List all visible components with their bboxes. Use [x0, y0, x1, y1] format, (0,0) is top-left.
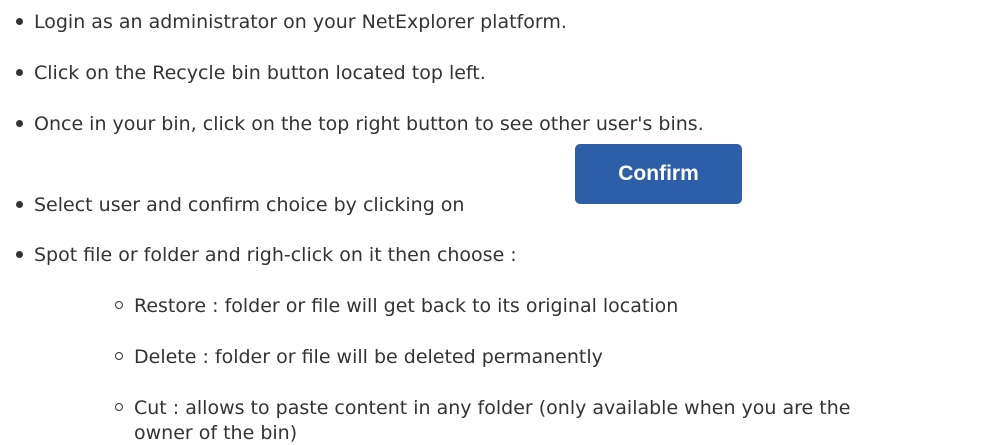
bullet-icon — [16, 69, 23, 76]
confirm-button[interactable]: Confirm — [575, 144, 742, 204]
bullet-icon — [16, 201, 23, 208]
bullet-icon — [16, 251, 23, 258]
list-item: Once in your bin, click on the top right… — [34, 113, 704, 135]
sub-list-item: Restore : folder or file will get back t… — [134, 295, 679, 317]
sub-bullet-icon — [115, 301, 123, 309]
sub-bullet-icon — [115, 352, 123, 360]
list-item: Login as an administrator on your NetExp… — [34, 11, 567, 33]
list-item: Select user and confirm choice by clicki… — [34, 194, 465, 216]
bullet-icon — [16, 120, 23, 127]
list-item: Click on the Recycle bin button located … — [34, 62, 486, 84]
sub-bullet-icon — [115, 403, 123, 411]
sub-list-item: Delete : folder or file will be deleted … — [134, 346, 603, 368]
list-item: Spot file or folder and righ-click on it… — [34, 244, 517, 266]
sub-list-item-continuation: owner of the bin) — [134, 422, 298, 444]
sub-list-item: Cut : allows to paste content in any fol… — [134, 397, 851, 419]
bullet-icon — [16, 18, 23, 25]
